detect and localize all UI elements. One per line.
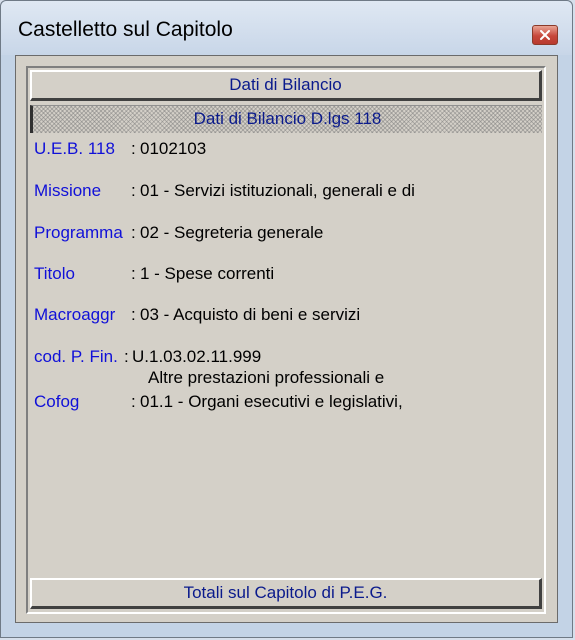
close-icon xyxy=(540,30,550,40)
ueb-label: U.E.B. 118 xyxy=(34,139,115,158)
missione-label: Missione xyxy=(34,181,102,200)
titolo-value: 1 - Spese correnti xyxy=(140,264,275,283)
cod-p-fin-value: U.1.03.02.11.999 xyxy=(132,347,262,366)
cod-p-fin-label: cod. P. Fin. xyxy=(34,347,118,366)
ueb-value: 0102103 xyxy=(140,139,207,158)
macroaggr-separator: : xyxy=(131,305,136,324)
cod-p-fin-description: Altre prestazioni professionali e xyxy=(148,368,385,387)
title-bar[interactable]: Castelletto sul Capitolo xyxy=(1,1,572,55)
titolo-separator: : xyxy=(131,264,136,283)
programma-label: Programma xyxy=(34,223,123,242)
cofog-separator: : xyxy=(131,392,136,411)
totali-capitolo-peg-button[interactable]: Totali sul Capitolo di P.E.G. xyxy=(30,578,542,609)
titolo-label: Titolo xyxy=(34,264,75,283)
bilancio-panel: Dati di Bilancio Dati di Bilancio D.lgs … xyxy=(26,66,546,614)
close-button[interactable] xyxy=(532,25,558,45)
programma-value: 02 - Segreteria generale xyxy=(140,223,324,242)
dialog-client-area: Dati di Bilancio Dati di Bilancio D.lgs … xyxy=(15,55,558,623)
dialog-window: Castelletto sul Capitolo Dati di Bilanci… xyxy=(0,0,573,638)
cofog-value: 01.1 - Organi esecutivi e legislativi, xyxy=(140,392,403,411)
cod-p-fin-separator: : xyxy=(124,347,129,366)
ueb-separator: : xyxy=(131,139,136,158)
programma-separator: : xyxy=(131,223,136,242)
dati-di-bilancio-button[interactable]: Dati di Bilancio xyxy=(30,70,542,101)
cofog-label: Cofog xyxy=(34,392,80,411)
section-header-dlgs-118: Dati di Bilancio D.lgs 118 xyxy=(30,105,542,133)
macroaggr-label: Macroaggr xyxy=(34,305,116,324)
missione-separator: : xyxy=(131,181,136,200)
missione-value: 01 - Servizi istituzionali, generali e d… xyxy=(140,181,415,200)
window-title: Castelletto sul Capitolo xyxy=(18,18,233,41)
macroaggr-value: 03 - Acquisto di beni e servizi xyxy=(140,305,361,324)
